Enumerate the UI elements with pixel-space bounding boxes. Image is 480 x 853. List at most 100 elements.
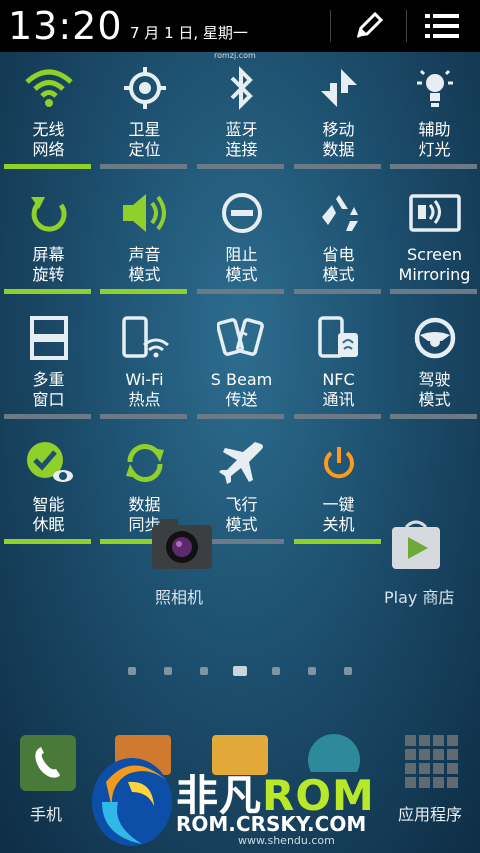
list-settings-icon[interactable] bbox=[422, 8, 462, 44]
toggle-state-bar bbox=[197, 289, 284, 294]
toggle-label-line1: NFC bbox=[322, 370, 355, 389]
toggle-label-line1: 驾驶 bbox=[418, 370, 451, 389]
camera-icon[interactable] bbox=[150, 517, 214, 577]
recycle-icon bbox=[290, 185, 387, 241]
toggle-label-line2: 模式 bbox=[322, 265, 355, 284]
quick-toggle-steering-wheel[interactable]: 驾驶 模式 bbox=[386, 308, 480, 426]
toggle-state-bar bbox=[294, 539, 381, 544]
apps-grid-icon[interactable] bbox=[405, 735, 459, 793]
toggle-label-line2: 数据 bbox=[322, 140, 355, 159]
toggle-label-line2: 热点 bbox=[128, 390, 161, 409]
toggle-label-line1: 无线 bbox=[32, 120, 65, 139]
steering-wheel-icon bbox=[386, 310, 480, 366]
quick-toggle-flashlight[interactable]: 辅助 灯光 bbox=[386, 58, 480, 176]
status-bar: 13:20 7 月 1 日, 星期一 bbox=[0, 0, 480, 52]
toggle-label: 蓝牙 连接 bbox=[193, 120, 290, 160]
sound-icon bbox=[96, 185, 193, 241]
quick-toggle-wifi[interactable]: 无线 网络 bbox=[0, 58, 97, 176]
quick-toggle-gps[interactable]: 卫星 定位 bbox=[96, 58, 193, 176]
divider bbox=[406, 10, 407, 42]
toggle-label-line1: 蓝牙 bbox=[225, 120, 258, 139]
toggle-label-line2: 模式 bbox=[418, 390, 451, 409]
quick-toggle-smart-stay[interactable]: 智能 休眠 bbox=[0, 433, 97, 551]
page-dot[interactable] bbox=[272, 667, 280, 675]
quick-toggle-multi-window[interactable]: 多重 窗口 bbox=[0, 308, 97, 426]
quick-toggle-block[interactable]: 阻止 模式 bbox=[193, 183, 290, 301]
gps-icon bbox=[96, 60, 193, 116]
quick-toggle-bluetooth[interactable]: 蓝牙 连接 bbox=[193, 58, 290, 176]
phone-icon[interactable] bbox=[20, 735, 76, 795]
toggle-state-bar bbox=[294, 414, 381, 419]
toggle-label-line2: 网络 bbox=[32, 140, 65, 159]
quick-toggle-rotate[interactable]: 屏幕 旋转 bbox=[0, 183, 97, 301]
quick-toggle-sbeam[interactable]: S Beam 传送 bbox=[193, 308, 290, 426]
toggle-label: 多重 窗口 bbox=[0, 370, 97, 410]
date-label: 7 月 1 日, 星期一 bbox=[130, 24, 248, 42]
quick-toggle-recycle[interactable]: 省电 模式 bbox=[290, 183, 387, 301]
page-dot[interactable] bbox=[233, 666, 247, 676]
page-dot[interactable] bbox=[344, 667, 352, 675]
toggle-state-bar bbox=[197, 164, 284, 169]
rotate-icon bbox=[0, 185, 97, 241]
toggle-label: 一键 关机 bbox=[290, 495, 387, 535]
toggle-label-line2: 传送 bbox=[225, 390, 258, 409]
toggle-label: 辅助 灯光 bbox=[386, 120, 480, 160]
toggle-label: NFC 通讯 bbox=[290, 370, 387, 410]
phone-label: 手机 bbox=[30, 805, 63, 824]
toggle-label-line2: 模式 bbox=[225, 265, 258, 284]
toggle-label-line1: 数据 bbox=[128, 495, 161, 514]
toggle-state-bar bbox=[294, 289, 381, 294]
toggle-label: 移动 数据 bbox=[290, 120, 387, 160]
play-store-icon[interactable] bbox=[388, 517, 444, 577]
toggle-label-line1: 辅助 bbox=[418, 120, 451, 139]
toggle-label-line2: 休眠 bbox=[32, 515, 65, 534]
quick-toggle-sound[interactable]: 声音 模式 bbox=[96, 183, 193, 301]
page-dot[interactable] bbox=[308, 667, 316, 675]
wifi-icon bbox=[0, 60, 97, 116]
quick-toggle-nfc[interactable]: NFC 通讯 bbox=[290, 308, 387, 426]
bluetooth-icon bbox=[193, 60, 290, 116]
toggle-label-line2: 通讯 bbox=[322, 390, 355, 409]
sync-icon bbox=[96, 435, 193, 491]
toggle-state-bar bbox=[390, 164, 477, 169]
toggle-label: 卫星 定位 bbox=[96, 120, 193, 160]
apps-label: 应用程序 bbox=[398, 805, 463, 824]
toggle-label-line1: S Beam bbox=[210, 370, 273, 389]
page-dot[interactable] bbox=[164, 667, 172, 675]
quick-toggle-power[interactable]: 一键 关机 bbox=[290, 433, 387, 551]
toggle-label-line1: 飞行 bbox=[225, 495, 258, 514]
toggle-label-line1: 多重 bbox=[32, 370, 65, 389]
toggle-label-line1: 一键 bbox=[322, 495, 355, 514]
block-icon bbox=[193, 185, 290, 241]
toggle-label: 省电 模式 bbox=[290, 245, 387, 285]
clock: 13:20 bbox=[8, 4, 123, 48]
toggle-label-line1: 屏幕 bbox=[32, 245, 65, 264]
page-dot[interactable] bbox=[200, 667, 208, 675]
toggle-label-line1: 阻止 bbox=[225, 245, 258, 264]
quick-toggle-hotspot[interactable]: Wi-Fi 热点 bbox=[96, 308, 193, 426]
camera-label: 照相机 bbox=[155, 588, 204, 607]
toggle-label-line2: 灯光 bbox=[418, 140, 451, 159]
page-dot[interactable] bbox=[128, 667, 136, 675]
toggle-state-bar bbox=[4, 539, 91, 544]
toggle-label: 声音 模式 bbox=[96, 245, 193, 285]
toggle-label: S Beam 传送 bbox=[193, 370, 290, 410]
toggle-label: 阻止 模式 bbox=[193, 245, 290, 285]
toggle-label: Wi-Fi 热点 bbox=[96, 370, 193, 410]
toggle-label-line1: 声音 bbox=[128, 245, 161, 264]
toggle-label: 智能 休眠 bbox=[0, 495, 97, 535]
quick-toggle-screen-mirroring[interactable]: Screen Mirroring bbox=[386, 183, 480, 301]
toggle-label: 屏幕 旋转 bbox=[0, 245, 97, 285]
smart-stay-icon bbox=[0, 435, 97, 491]
toggle-label-line2: 旋转 bbox=[32, 265, 65, 284]
toggle-label-line1: 智能 bbox=[32, 495, 65, 514]
sbeam-icon bbox=[193, 310, 290, 366]
hotspot-icon bbox=[96, 310, 193, 366]
play-store-label: Play 商店 bbox=[384, 588, 455, 607]
toggle-state-bar bbox=[100, 289, 187, 294]
toggle-label-line2: 连接 bbox=[225, 140, 258, 159]
toggle-state-bar bbox=[390, 414, 477, 419]
mobile-data-icon bbox=[290, 60, 387, 116]
quick-toggle-mobile-data[interactable]: 移动 数据 bbox=[290, 58, 387, 176]
pencil-icon[interactable] bbox=[348, 8, 388, 44]
